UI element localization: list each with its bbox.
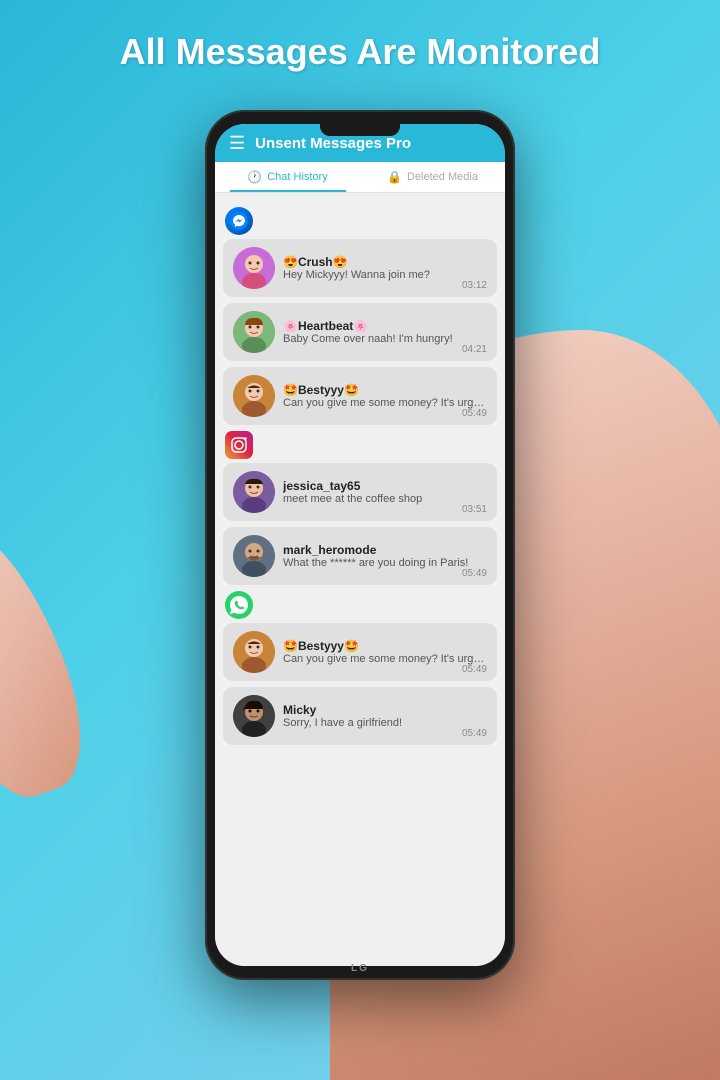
message-bestyyy-2-text: Can you give me some money? It's urgent	[283, 653, 487, 665]
message-bestyyy-1-time: 05:49	[462, 408, 487, 419]
message-micky-body: Micky Sorry, I have a girlfriend!	[283, 703, 487, 729]
message-crush-sender: 😍Crush😍	[283, 255, 487, 269]
message-heartbeat[interactable]: 🌸Heartbeat🌸 Baby Come over naah! I'm hun…	[223, 303, 497, 361]
message-micky[interactable]: Micky Sorry, I have a girlfriend! 05:49	[223, 687, 497, 745]
instagram-section-header	[225, 431, 497, 459]
message-jessica-time: 03:51	[462, 504, 487, 515]
tab-deleted-media[interactable]: 🔒 Deleted Media	[360, 162, 505, 192]
message-crush-text: Hey Mickyyy! Wanna join me?	[283, 269, 487, 281]
message-mark-time: 05:49	[462, 568, 487, 579]
message-crush-body: 😍Crush😍 Hey Mickyyy! Wanna join me?	[283, 255, 487, 281]
app-content: 😍Crush😍 Hey Mickyyy! Wanna join me? 03:1…	[215, 193, 505, 966]
chat-history-icon: 🕐	[247, 170, 262, 184]
hand-thumb	[0, 508, 104, 812]
message-micky-text: Sorry, I have a girlfriend!	[283, 717, 487, 729]
message-jessica-text: meet mee at the coffee shop	[283, 493, 487, 505]
messenger-icon	[225, 207, 253, 235]
tab-deleted-media-label: Deleted Media	[407, 171, 478, 183]
avatar-micky	[233, 695, 275, 737]
avatar-mark	[233, 535, 275, 577]
message-jessica-body: jessica_tay65 meet mee at the coffee sho…	[283, 479, 487, 505]
whatsapp-section-header	[225, 591, 497, 619]
message-heartbeat-text: Baby Come over naah! I'm hungry!	[283, 333, 487, 345]
headline: All Messages Are Monitored	[120, 30, 601, 73]
messenger-section-header	[225, 207, 497, 235]
phone-brand: LG	[351, 963, 369, 974]
instagram-icon	[225, 431, 253, 459]
tab-chat-history[interactable]: 🕐 Chat History	[215, 162, 360, 192]
avatar-bestyyy-2	[233, 631, 275, 673]
tab-chat-history-label: Chat History	[267, 171, 328, 183]
message-bestyyy-2[interactable]: 🤩Bestyyy🤩 Can you give me some money? It…	[223, 623, 497, 681]
whatsapp-icon	[225, 591, 253, 619]
message-crush[interactable]: 😍Crush😍 Hey Mickyyy! Wanna join me? 03:1…	[223, 239, 497, 297]
message-heartbeat-sender: 🌸Heartbeat🌸	[283, 319, 487, 333]
message-heartbeat-time: 04:21	[462, 344, 487, 355]
message-bestyyy-1-body: 🤩Bestyyy🤩 Can you give me some money? It…	[283, 383, 487, 409]
message-mark-text: What the ****** are you doing in Paris!	[283, 557, 487, 569]
avatar-bestyyy-1	[233, 375, 275, 417]
phone: ☰ Unsent Messages Pro 🕐 Chat History 🔒 D…	[205, 110, 515, 980]
app-title: Unsent Messages Pro	[255, 135, 411, 152]
message-bestyyy-2-body: 🤩Bestyyy🤩 Can you give me some money? It…	[283, 639, 487, 665]
message-bestyyy-2-time: 05:49	[462, 664, 487, 675]
message-mark[interactable]: mark_heromode What the ****** are you do…	[223, 527, 497, 585]
message-crush-time: 03:12	[462, 280, 487, 291]
message-bestyyy-1-sender: 🤩Bestyyy🤩	[283, 383, 487, 397]
avatar-jessica	[233, 471, 275, 513]
message-mark-body: mark_heromode What the ****** are you do…	[283, 543, 487, 569]
message-micky-sender: Micky	[283, 703, 487, 717]
message-bestyyy-1[interactable]: 🤩Bestyyy🤩 Can you give me some money? It…	[223, 367, 497, 425]
app-tabs: 🕐 Chat History 🔒 Deleted Media	[215, 162, 505, 193]
phone-container: ☰ Unsent Messages Pro 🕐 Chat History 🔒 D…	[205, 110, 515, 980]
message-bestyyy-1-text: Can you give me some money? It's urgent	[283, 397, 487, 409]
avatar-heartbeat	[233, 311, 275, 353]
phone-screen: ☰ Unsent Messages Pro 🕐 Chat History 🔒 D…	[215, 124, 505, 966]
message-mark-sender: mark_heromode	[283, 543, 487, 557]
deleted-media-icon: 🔒	[387, 170, 402, 184]
message-micky-time: 05:49	[462, 728, 487, 739]
hamburger-icon[interactable]: ☰	[229, 134, 245, 152]
message-heartbeat-body: 🌸Heartbeat🌸 Baby Come over naah! I'm hun…	[283, 319, 487, 345]
phone-notch	[320, 124, 400, 136]
avatar-crush	[233, 247, 275, 289]
message-jessica[interactable]: jessica_tay65 meet mee at the coffee sho…	[223, 463, 497, 521]
message-bestyyy-2-sender: 🤩Bestyyy🤩	[283, 639, 487, 653]
message-jessica-sender: jessica_tay65	[283, 479, 487, 493]
